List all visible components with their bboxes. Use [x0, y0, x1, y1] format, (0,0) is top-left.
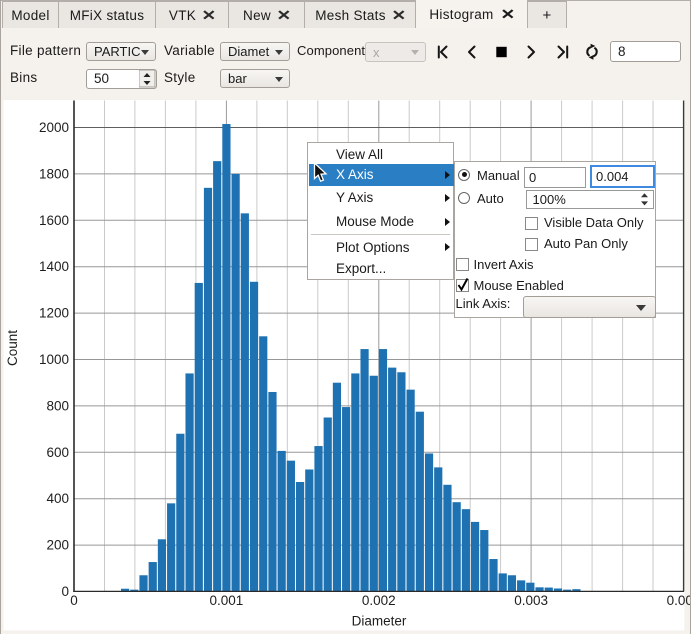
- svg-text:1800: 1800: [39, 166, 69, 181]
- svg-text:0.001: 0.001: [210, 593, 244, 608]
- svg-text:0: 0: [70, 593, 78, 608]
- svg-text:1200: 1200: [39, 306, 69, 321]
- svg-text:Diameter: Diameter: [352, 614, 407, 629]
- svg-text:Count: Count: [5, 330, 20, 366]
- svg-text:1400: 1400: [39, 259, 69, 274]
- svg-text:0.003: 0.003: [514, 593, 548, 608]
- svg-text:2000: 2000: [39, 120, 69, 135]
- svg-text:800: 800: [46, 398, 69, 413]
- svg-text:0.004: 0.004: [667, 593, 691, 608]
- svg-text:0.002: 0.002: [362, 593, 396, 608]
- svg-text:600: 600: [46, 445, 69, 460]
- svg-text:0: 0: [61, 584, 69, 599]
- svg-text:1000: 1000: [39, 352, 69, 367]
- svg-text:400: 400: [46, 491, 69, 506]
- svg-text:200: 200: [46, 538, 69, 553]
- svg-text:1600: 1600: [39, 213, 69, 228]
